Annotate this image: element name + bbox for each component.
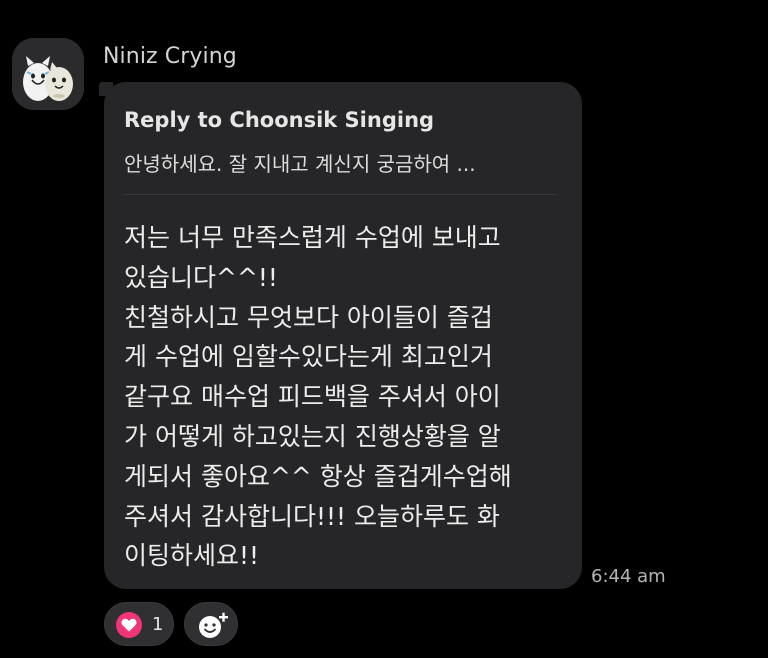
reply-preview[interactable]: 안녕하세요. 잘 지내고 계신지 궁금하여 ... <box>124 148 554 177</box>
chat-view: Niniz Crying Reply to Choonsik Singing 안… <box>0 0 768 658</box>
message-timestamp: 6:44 am <box>591 566 666 587</box>
add-emoji-icon <box>199 612 228 638</box>
message-line: 주셔서 감사합니다!!! 오늘하루도 화 <box>124 501 500 531</box>
reaction-count: 1 <box>152 614 164 635</box>
reply-title[interactable]: Reply to Choonsik Singing <box>124 108 434 132</box>
sender-name[interactable]: Niniz Crying <box>103 44 237 69</box>
message-line: 가 어떻게 하고있는지 진행상황을 알 <box>124 421 501 451</box>
message-line: 게되서 좋아요^^ 항상 즐겁게수업해 <box>124 461 512 491</box>
message-line: 있습니다^^!! <box>124 262 278 292</box>
message-line: 저는 너무 만족스럽게 수업에 보내고 <box>124 223 501 252</box>
reply-divider <box>124 194 556 195</box>
message-line: 게 수업에 임할수있다는게 최고인거 <box>124 342 493 372</box>
message-line: 친철하시고 무엇보다 아이들이 즐겁 <box>124 302 493 332</box>
heart-icon <box>116 612 142 638</box>
add-reaction-button[interactable] <box>184 602 238 646</box>
sender-avatar[interactable] <box>12 38 84 110</box>
heart-reaction-chip[interactable]: 1 <box>104 602 174 646</box>
message-bubble[interactable]: Reply to Choonsik Singing 안녕하세요. 잘 지내고 계… <box>104 82 582 589</box>
message-line: 이팅하세요!! <box>124 541 260 571</box>
message-text: 저는 너무 만족스럽게 수업에 보내고 있습니다^^!! 친철하시고 무엇보다 … <box>124 218 564 576</box>
message-line: 같구요 매수업 피드백을 주셔서 아이 <box>124 382 501 412</box>
niniz-characters-icon <box>12 38 84 110</box>
